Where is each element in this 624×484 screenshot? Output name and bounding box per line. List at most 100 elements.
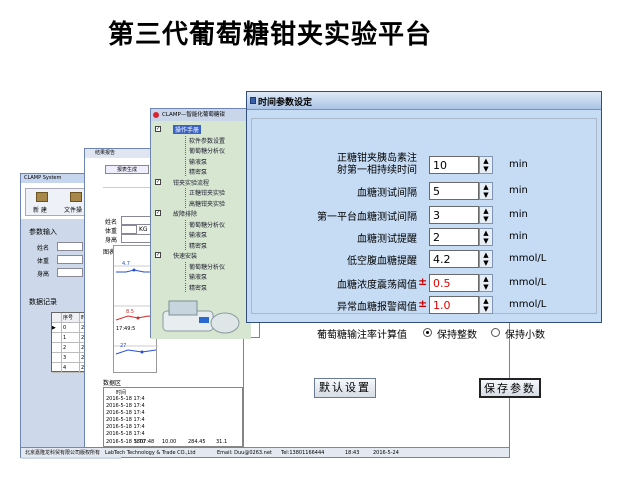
tree-item[interactable]: 输液泵 <box>185 230 207 239</box>
tree-item[interactable]: 输液泵 <box>185 272 207 281</box>
field-unit: min <box>509 209 528 220</box>
help-window: CLAMP—智能化葡萄糖钳 ✓ 操作手册 软件参数设置 葡萄糖分析仪 输液泵 精密泵 ✓ 钳夹… <box>150 108 260 339</box>
row-index: 1 <box>62 333 80 343</box>
status-date: 2016-5-24 <box>373 450 399 456</box>
tree-item[interactable]: 快速安装 <box>173 251 197 260</box>
spin-down-icon[interactable]: ▼ <box>480 259 492 267</box>
param-value-field[interactable]: 0.5 <box>429 274 479 292</box>
cabinet-icon[interactable] <box>70 192 82 202</box>
dialog-titlebar[interactable]: 时间参数设定 <box>247 92 601 110</box>
spin-up-icon[interactable]: ▲ <box>480 229 492 237</box>
data-cell: 5.70 <box>134 439 146 445</box>
spin-down-icon[interactable]: ▼ <box>480 215 492 223</box>
row-indicator: ▶ <box>52 323 62 333</box>
row-index: 0 <box>62 323 80 333</box>
tree-toggle-checkbox[interactable]: ✓ <box>155 252 161 258</box>
spin-up-icon[interactable]: ▲ <box>480 183 492 191</box>
help-titlebar[interactable]: CLAMP—智能化葡萄糖钳 <box>151 109 259 121</box>
report-height-field[interactable] <box>121 234 151 243</box>
field-label: 血糖测试间隔 <box>357 188 417 199</box>
chart-point <box>136 316 140 320</box>
field-label: 射第一相持续时间 <box>337 165 417 176</box>
spin-up-icon[interactable]: ▲ <box>480 251 492 259</box>
cabinet-icon[interactable] <box>36 192 48 202</box>
tree-item[interactable]: 葡萄糖分析仪 <box>185 261 225 271</box>
spin-up-icon[interactable]: ▲ <box>480 297 492 305</box>
param-value-field[interactable]: 10 <box>429 156 479 174</box>
data-area-label: 数据区 <box>103 380 122 387</box>
page-title: 第三代葡萄糖钳夹实验平台 <box>108 20 433 50</box>
radio-keep-decimal[interactable] <box>491 328 500 337</box>
status-tel: Tel:13801166444 <box>281 450 325 456</box>
row-indicator <box>52 333 62 343</box>
spin-control[interactable]: ▲ ▼ <box>479 296 493 314</box>
field-label: 异常血糖报警阈值 <box>337 302 417 313</box>
dialog-title: 时间参数设定 <box>258 98 313 108</box>
spin-control[interactable]: ▲ ▼ <box>479 182 493 200</box>
spin-control[interactable]: ▲ ▼ <box>479 206 493 224</box>
report-generate-button[interactable]: 报表生成 <box>105 165 149 174</box>
param-label: 身高 <box>37 271 50 278</box>
param-input[interactable] <box>57 242 83 251</box>
plusminus-sign: ± <box>418 297 428 310</box>
status-company: 北京嘉隆龙科贸有限公司版权所有 <box>25 450 101 456</box>
spin-control[interactable]: ▲ ▼ <box>479 156 493 174</box>
tree-toggle-checkbox[interactable]: ✓ <box>155 210 161 216</box>
tree-item[interactable]: 钳夹实验流程 <box>173 178 209 187</box>
spin-control[interactable]: ▲ ▼ <box>479 250 493 268</box>
grid-header-idx: 序号 <box>62 313 80 323</box>
row-indicator <box>52 353 62 363</box>
param-input[interactable] <box>57 255 83 264</box>
save-params-button[interactable]: 保存参数 <box>479 378 541 398</box>
spin-up-icon[interactable]: ▲ <box>480 157 492 165</box>
chart-value-label: 27 <box>120 343 127 349</box>
spin-down-icon[interactable]: ▼ <box>480 283 492 291</box>
data-row: 2016-5-18 17:4 <box>106 403 145 409</box>
tree-item[interactable]: 葡萄糖分析仪 <box>185 219 225 229</box>
report-weight-field[interactable] <box>121 225 137 234</box>
new-button[interactable]: 新 建 <box>33 205 47 214</box>
tree-item[interactable]: 葡萄糖分析仪 <box>185 146 225 155</box>
param-value-field[interactable]: 4.2 <box>429 250 479 268</box>
data-table-header: 时间 <box>116 390 127 396</box>
tree-item[interactable]: 输液泵 <box>185 156 207 166</box>
data-table: 时间 2016-5-18 17:4 2016-5-18 17:4 2016-5-18… <box>103 387 243 447</box>
field-unit: mmol/L <box>509 299 547 310</box>
tree-item[interactable]: 精密泵 <box>185 282 207 292</box>
radio-keep-integer[interactable] <box>423 328 432 337</box>
tree-item[interactable]: 操作手册 <box>173 125 202 134</box>
data-row: 2016-5-18 17:4 <box>106 424 145 430</box>
spin-control[interactable]: ▲ ▼ <box>479 228 493 246</box>
tree-item[interactable]: 精密泵 <box>185 240 207 250</box>
param-value-field[interactable]: 3 <box>429 206 479 224</box>
spin-up-icon[interactable]: ▲ <box>480 275 492 283</box>
tree-item[interactable]: 故障排除 <box>173 209 197 218</box>
data-row: 2016-5-18 17:4 <box>106 417 145 423</box>
spin-up-icon[interactable]: ▲ <box>480 207 492 215</box>
param-value-field[interactable]: 1.0 <box>429 296 479 314</box>
status-company-en: LabTech Technology & Trade CO.,Ltd <box>105 450 196 456</box>
spin-control[interactable]: ▲ ▼ <box>479 274 493 292</box>
spin-down-icon[interactable]: ▼ <box>480 191 492 199</box>
default-settings-button[interactable]: 默认设置 <box>314 378 376 398</box>
param-value-field[interactable]: 2 <box>429 228 479 246</box>
file-ops-button[interactable]: 文件操 <box>64 205 82 214</box>
tree-toggle-checkbox[interactable]: ✓ <box>155 126 161 132</box>
param-value-field[interactable]: 5 <box>429 182 479 200</box>
report-name-field[interactable] <box>121 216 151 225</box>
report-label-name: 姓名 <box>105 219 118 226</box>
tree-item[interactable]: 正糖钳夹实验 <box>185 188 225 197</box>
records-section-label: 数据记录 <box>29 298 57 306</box>
spin-down-icon[interactable]: ▼ <box>480 237 492 245</box>
radio-keep-decimal-label[interactable]: 保持小数 <box>505 326 545 341</box>
spin-down-icon[interactable]: ▼ <box>480 165 492 173</box>
spin-down-icon[interactable]: ▼ <box>480 305 492 313</box>
radio-keep-integer-label[interactable]: 保持整数 <box>437 326 477 341</box>
data-row: 2016-5-18 17:4 <box>106 431 145 437</box>
tree-item[interactable]: 精密泵 <box>185 167 207 176</box>
field-unit: min <box>509 159 528 170</box>
tree-toggle-checkbox[interactable]: ✓ <box>155 178 161 185</box>
tree-item[interactable]: 软件参数设置 <box>185 135 225 145</box>
tree-item[interactable]: 高糖钳夹实验 <box>185 198 225 208</box>
param-input[interactable] <box>57 268 83 277</box>
